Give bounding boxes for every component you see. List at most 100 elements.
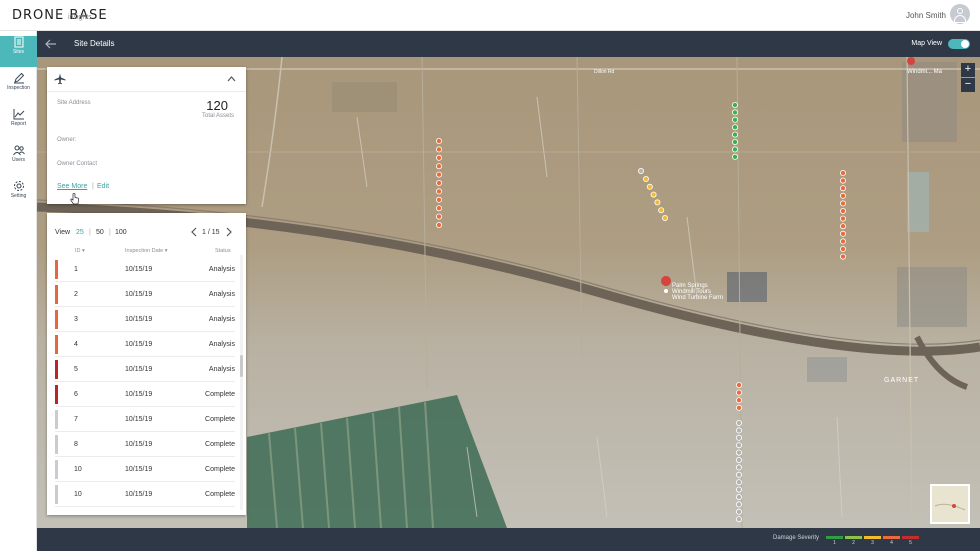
turbine-marker[interactable] (732, 139, 739, 146)
turbine-marker[interactable] (736, 508, 743, 515)
location-pin-icon[interactable] (661, 276, 672, 296)
turbine-marker[interactable] (840, 253, 847, 260)
turbine-marker[interactable] (840, 230, 847, 237)
turbine-marker[interactable] (736, 486, 743, 493)
table-row[interactable]: 7 10/15/19 Complete (55, 407, 235, 432)
turbine-marker[interactable] (840, 223, 847, 230)
turbine-marker[interactable] (732, 102, 739, 109)
turbine-marker[interactable] (840, 245, 847, 252)
turbine-marker[interactable] (736, 434, 743, 441)
table-row[interactable]: 8 10/15/19 Complete (55, 432, 235, 457)
turbine-marker[interactable] (736, 456, 743, 463)
turbine-marker[interactable] (736, 449, 743, 456)
turbine-marker[interactable] (736, 493, 743, 500)
turbine-marker[interactable] (840, 215, 847, 222)
cell-date: 10/15/19 (125, 341, 153, 348)
total-assets-value: 120 (206, 98, 228, 113)
turbine-marker[interactable] (435, 146, 442, 153)
view-option-25[interactable]: 25 (76, 229, 84, 236)
cell-date: 10/15/19 (125, 291, 153, 298)
cell-date: 10/15/19 (125, 416, 153, 423)
minimap-thumbnail[interactable] (930, 484, 970, 524)
table-row[interactable]: 10 10/15/19 Complete (55, 482, 235, 507)
turbine-marker[interactable] (736, 471, 743, 478)
turbine-marker[interactable] (840, 238, 847, 245)
turbine-marker[interactable] (840, 170, 847, 177)
table-row[interactable]: 2 10/15/19 Analysis (55, 282, 235, 307)
scrollbar-track[interactable] (240, 255, 243, 510)
severity-indicator (55, 485, 58, 504)
turbine-marker[interactable] (736, 404, 743, 411)
view-option-50[interactable]: 50 (96, 229, 104, 236)
turbine-marker[interactable] (732, 124, 739, 131)
turbine-marker[interactable] (840, 200, 847, 207)
turbine-marker[interactable] (736, 381, 743, 388)
logo[interactable]: DRONE BASE (12, 8, 108, 23)
turbine-marker[interactable] (435, 205, 442, 212)
table-row[interactable]: 10 10/15/19 Complete (55, 457, 235, 482)
scrollbar-thumb[interactable] (240, 355, 243, 377)
turbine-marker[interactable] (736, 442, 743, 449)
turbine-marker[interactable] (435, 138, 442, 145)
turbine-marker[interactable] (840, 192, 847, 199)
turbine-marker[interactable] (736, 516, 743, 523)
zoom-in-button[interactable]: + (961, 63, 975, 77)
turbine-marker[interactable] (736, 479, 743, 486)
table-row[interactable]: 5 10/15/19 Analysis (55, 357, 235, 382)
turbine-marker[interactable] (736, 419, 743, 426)
turbine-marker[interactable] (732, 116, 739, 123)
turbine-marker[interactable] (736, 501, 743, 508)
turbine-marker[interactable] (662, 214, 669, 221)
cell-status: Complete (205, 391, 235, 398)
sidebar-item-sites[interactable]: Sites (0, 36, 37, 67)
avatar[interactable] (950, 4, 970, 24)
chevron-right-icon[interactable] (225, 227, 233, 237)
column-header-date[interactable]: Inspection Date ▾ (125, 248, 168, 254)
table-row[interactable]: 3 10/15/19 Analysis (55, 307, 235, 332)
turbine-marker[interactable] (435, 180, 442, 187)
chevron-left-icon[interactable] (190, 227, 198, 237)
zoom-out-button[interactable]: − (961, 78, 975, 92)
turbine-marker[interactable] (840, 177, 847, 184)
turbine-marker[interactable] (736, 427, 743, 434)
table-row[interactable]: 4 10/15/19 Analysis (55, 332, 235, 357)
turbine-marker[interactable] (732, 153, 739, 160)
turbine-marker[interactable] (643, 176, 650, 183)
edit-link[interactable]: Edit (97, 183, 109, 190)
turbine-marker[interactable] (435, 163, 442, 170)
view-option-100[interactable]: 100 (115, 229, 127, 236)
turbine-marker[interactable] (435, 213, 442, 220)
column-header-id[interactable]: ID ▾ (75, 248, 85, 254)
turbine-marker[interactable] (732, 131, 739, 138)
turbine-marker[interactable] (435, 196, 442, 203)
turbine-marker[interactable] (732, 146, 739, 153)
sidebar-item-report[interactable]: Report (0, 108, 37, 139)
sidebar-item-users[interactable]: Users (0, 144, 37, 175)
turbine-marker[interactable] (736, 397, 743, 404)
chevron-up-icon[interactable] (227, 75, 236, 82)
turbine-marker[interactable] (435, 154, 442, 161)
severity-level-number: 1 (833, 540, 836, 546)
turbine-marker[interactable] (638, 168, 645, 175)
turbine-marker[interactable] (736, 464, 743, 471)
user-name[interactable]: John Smith (906, 11, 946, 20)
table-row[interactable]: 1 10/15/19 Analysis (55, 257, 235, 282)
turbine-marker[interactable] (840, 207, 847, 214)
table-row[interactable]: 6 10/15/19 Complete (55, 382, 235, 407)
sidebar-item-setting[interactable]: Setting (0, 180, 37, 211)
map-view-toggle[interactable] (948, 39, 970, 49)
turbine-marker[interactable] (650, 191, 657, 198)
turbine-marker[interactable] (840, 185, 847, 192)
turbine-marker[interactable] (658, 207, 665, 214)
turbine-marker[interactable] (435, 171, 442, 178)
severity-indicator (55, 435, 58, 454)
turbine-marker[interactable] (435, 188, 442, 195)
back-arrow-icon[interactable] (45, 38, 57, 50)
see-more-link[interactable]: See More (57, 183, 87, 190)
turbine-marker[interactable] (646, 183, 653, 190)
turbine-marker[interactable] (732, 109, 739, 116)
sidebar-item-inspection[interactable]: Inspection (0, 72, 37, 103)
turbine-marker[interactable] (654, 199, 661, 206)
turbine-marker[interactable] (435, 221, 442, 228)
turbine-marker[interactable] (736, 389, 743, 396)
